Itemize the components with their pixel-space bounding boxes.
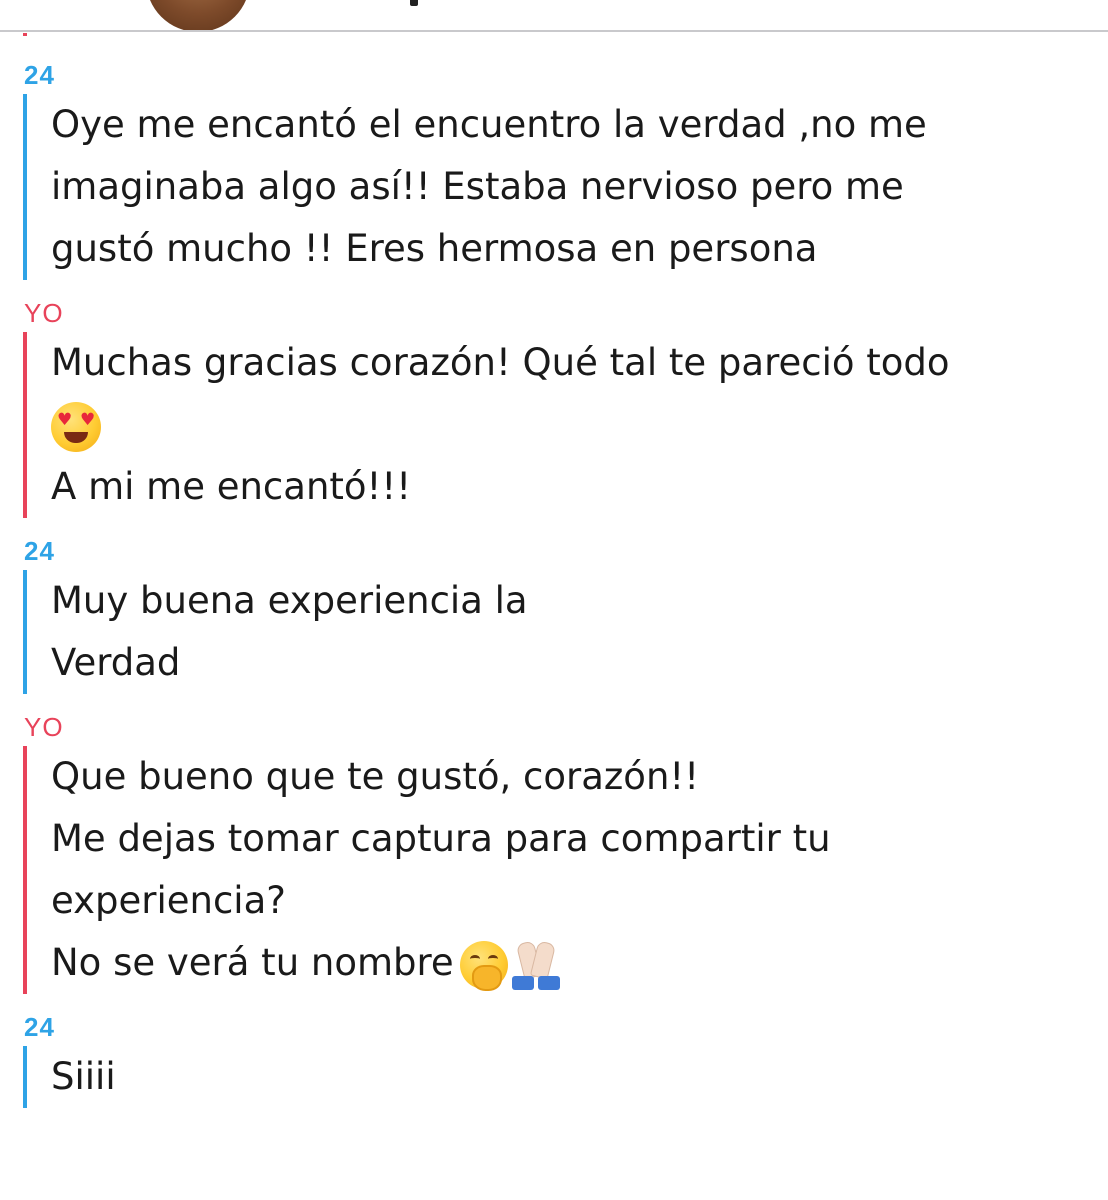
- message[interactable]: Siiii: [23, 1046, 1108, 1108]
- message[interactable]: Muchas gracias corazón! Qué tal te parec…: [23, 332, 1108, 518]
- sender-label: 24: [24, 536, 55, 566]
- message-line: Muy buena experiencia la: [51, 579, 528, 622]
- sender-label: YO: [24, 298, 64, 328]
- message-line: Me dejas tomar captura para compartir tu: [51, 817, 831, 860]
- message-line: imaginaba algo así!! Estaba nervioso per…: [51, 165, 904, 208]
- message-line: Verdad: [51, 641, 181, 684]
- message-group: YO Que bueno que te gustó, corazón!! Me …: [0, 708, 1108, 994]
- message[interactable]: Muy buena experiencia la Verdad: [23, 570, 1108, 694]
- message-line: experiencia?: [51, 879, 286, 922]
- message-text: No se verá tu nombre: [51, 941, 454, 984]
- sender-label: YO: [24, 712, 64, 742]
- message-line: No se verá tu nombre: [51, 932, 1068, 994]
- chat-header: [0, 0, 1108, 30]
- message-group: 24 Muy buena experiencia la Verdad: [0, 532, 1108, 694]
- message-group: 24 Oye me encantó el encuentro la verdad…: [0, 56, 1108, 280]
- message-line: A mi me encantó!!!: [51, 465, 412, 508]
- sender-label: 24: [24, 60, 55, 90]
- message-line: Muchas gracias corazón! Qué tal te parec…: [51, 341, 950, 384]
- folded-hands-emoji-icon: [510, 939, 562, 990]
- chat-title-fragment: [410, 0, 418, 6]
- previous-message-bar: [23, 33, 27, 36]
- avatar[interactable]: [146, 0, 250, 30]
- message-group: YO Muchas gracias corazón! Qué tal te pa…: [0, 294, 1108, 518]
- message-line: Que bueno que te gustó, corazón!!: [51, 755, 700, 798]
- message-line: gustó mucho !! Eres hermosa en persona: [51, 227, 818, 270]
- message-line: ♥ ♥: [51, 394, 1068, 456]
- hand-over-mouth-emoji-icon: [459, 940, 508, 991]
- header-divider: [0, 30, 1108, 32]
- sender-label: 24: [24, 1012, 55, 1042]
- message[interactable]: Oye me encantó el encuentro la verdad ,n…: [23, 94, 1108, 280]
- message-group: 24 Siiii: [0, 1008, 1108, 1108]
- heart-eyes-emoji-icon: ♥ ♥: [51, 401, 101, 452]
- message-line: Siiii: [51, 1055, 116, 1098]
- chat-thread: 24 Oye me encantó el encuentro la verdad…: [0, 56, 1108, 1122]
- message-line: Oye me encantó el encuentro la verdad ,n…: [51, 103, 927, 146]
- message[interactable]: Que bueno que te gustó, corazón!! Me dej…: [23, 746, 1108, 994]
